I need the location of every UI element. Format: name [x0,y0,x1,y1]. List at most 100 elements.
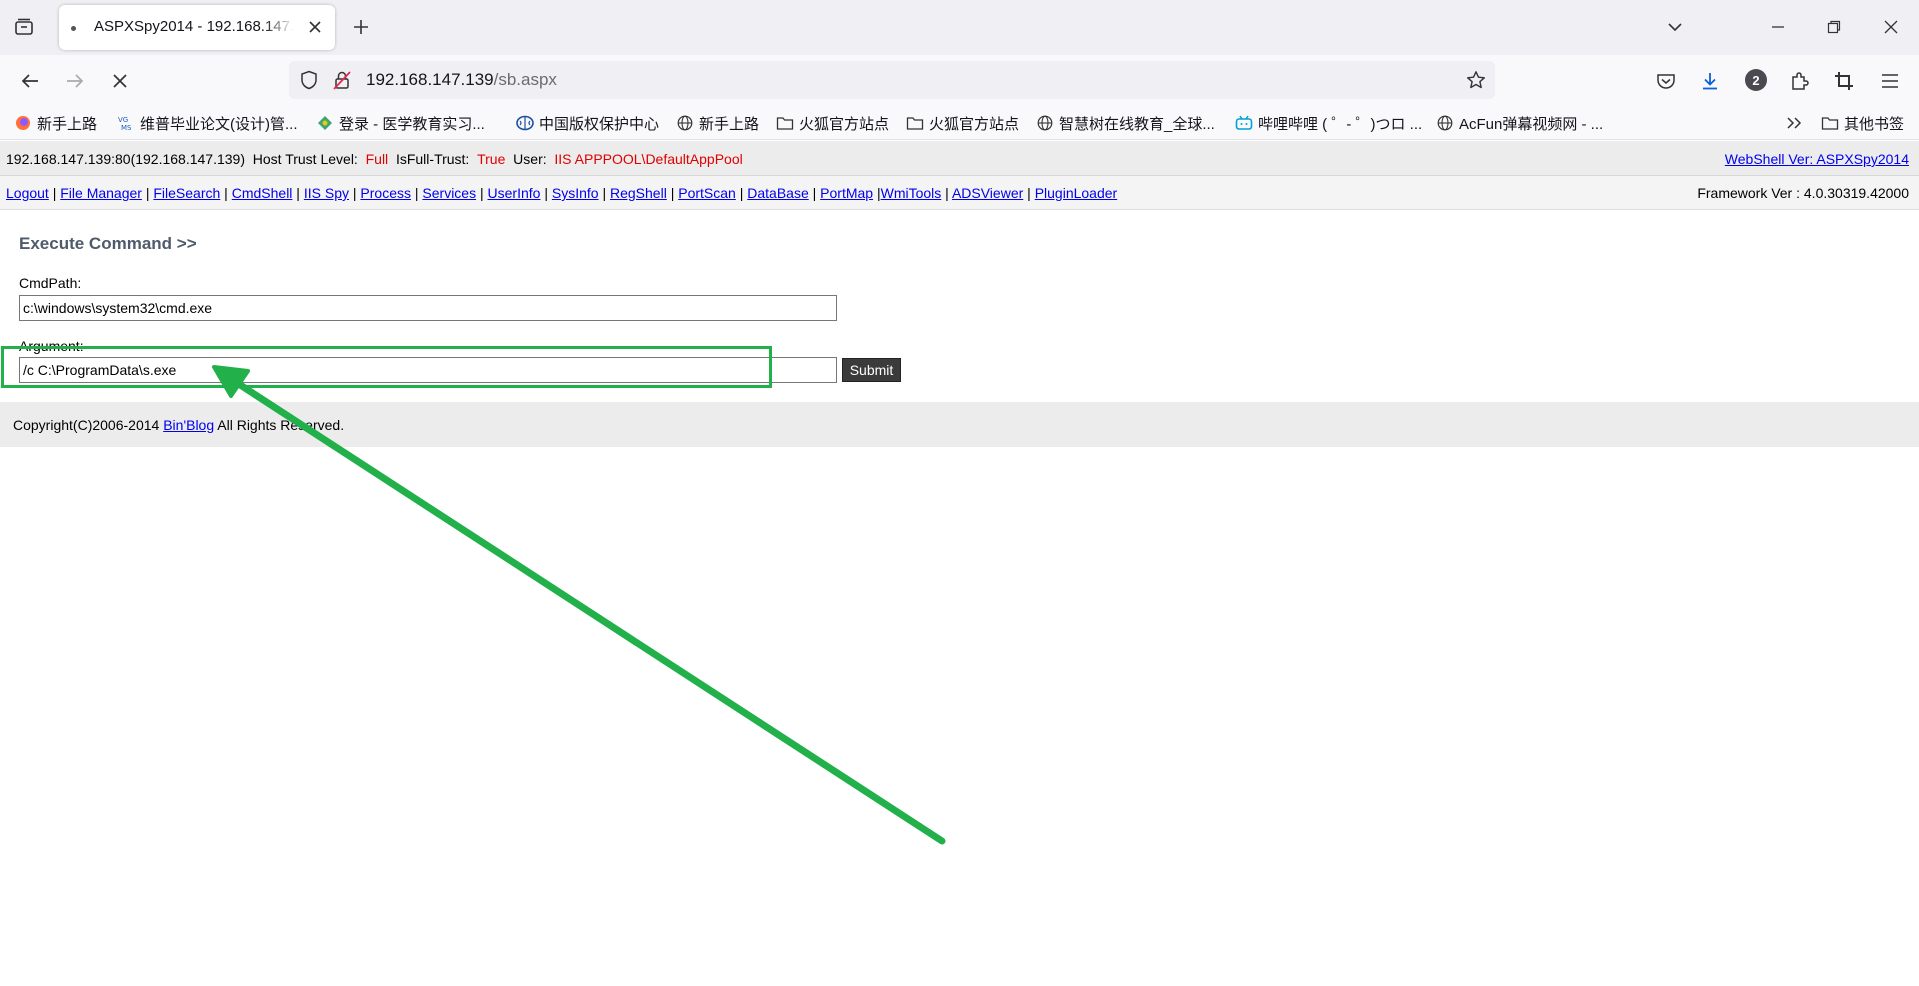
user-value: IIS APPPOOL\DefaultAppPool [554,151,743,167]
menu-icon[interactable] [1874,65,1906,97]
back-icon[interactable] [14,65,46,97]
restore-icon[interactable] [1816,10,1852,44]
bookmark-item[interactable]: AcFun弹幕视频网 - ... [1436,112,1603,134]
tab-list-icon[interactable] [6,12,42,42]
folder-icon [1821,114,1839,132]
bookmark-label: 新手上路 [699,115,760,133]
menu-logout[interactable]: Logout [6,185,49,201]
server-info-bar: 192.168.147.139:80(192.168.147.139) Host… [0,141,1919,176]
bookmarks-toolbar: 新手上路 VG MS 维普毕业论文(设计)管... 登录 - 医学教育实习... … [0,105,1919,140]
copyright-prefix: Copyright(C)2006-2014 [13,417,164,433]
bookmark-folder[interactable]: 火狐官方站点 [906,112,1019,134]
page-content: 192.168.147.139:80(192.168.147.139) Host… [0,141,1919,986]
bookmark-item[interactable]: 登录 - 医学教育实习... [316,112,485,134]
pocket-icon[interactable] [1650,65,1682,97]
bookmark-item[interactable]: VG MS 维普毕业论文(设计)管... [117,112,298,134]
downloads-icon[interactable] [1694,65,1726,97]
bookmark-label: 新手上路 [37,115,98,133]
blog-link[interactable]: Bin'Blog [163,417,214,433]
close-window-icon[interactable] [1873,10,1909,44]
vgms-icon: VG MS [117,114,135,132]
puzzle-icon [316,114,334,132]
tab-title: ASPXSpy2014 - 192.168.147.139/sb.aspx [94,18,294,35]
bookmark-item[interactable]: 中国版权保护中心 [516,112,659,134]
bookmark-item[interactable]: 哔哩哔哩 ( ゜- ゜)つロ ... [1235,112,1422,134]
annotation-arrow-icon [212,365,946,845]
active-tab[interactable]: ASPXSpy2014 - 192.168.147.139/sb.aspx [59,5,335,50]
menu-filesearch[interactable]: FileSearch [153,185,220,201]
account-badge[interactable]: 2 [1745,69,1767,91]
webshell-version-link[interactable]: WebShell Ver: ASPXSpy2014 [1725,151,1909,167]
url-bar[interactable]: 192.168.147.139/sb.aspx [289,61,1495,99]
menu-links: Logout | File Manager | FileSearch | Cmd… [6,185,1118,201]
cmdpath-label: CmdPath: [19,275,82,291]
menu-userinfo[interactable]: UserInfo [488,185,541,201]
firefox-icon [14,114,32,132]
bookmark-folder[interactable]: 火狐官方站点 [776,112,889,134]
close-tab-icon[interactable] [305,17,325,37]
menu-wmitools[interactable]: WmiTools [881,185,942,201]
url-path: /sb.aspx [493,70,557,89]
bookmark-label: 火狐官方站点 [799,115,890,133]
bookmark-star-icon[interactable] [1465,69,1487,91]
bookmark-label: AcFun弹幕视频网 - ... [1459,115,1604,133]
trust-value: Full [365,151,389,167]
bookmark-label: 火狐官方站点 [929,115,1020,133]
menu-cmdshell[interactable]: CmdShell [232,185,293,201]
loading-dot-icon [71,26,76,31]
bookmark-label: 中国版权保护中心 [539,115,660,133]
bookmark-label: 登录 - 医学教育实习... [339,115,485,133]
menu-iis-spy[interactable]: IIS Spy [304,185,349,201]
bookmark-label: 哔哩哔哩 ( ゜- ゜)つロ ... [1258,115,1423,133]
svg-text:VG: VG [118,116,128,124]
list-all-tabs-icon[interactable] [1657,10,1693,44]
bookmark-label: 智慧树在线教育_全球... [1059,115,1215,133]
menu-portscan[interactable]: PortScan [678,185,736,201]
url-text[interactable]: 192.168.147.139/sb.aspx [366,70,557,90]
bookmark-item[interactable]: 智慧树在线教育_全球... [1036,112,1215,134]
globe-icon [1436,114,1454,132]
menu-regshell[interactable]: RegShell [610,185,667,201]
trust-label: Host Trust Level: [252,151,358,167]
menu-file-manager[interactable]: File Manager [60,185,142,201]
menu-services[interactable]: Services [422,185,476,201]
bookmark-label: 其他书签 [1844,115,1905,133]
shield-icon[interactable] [298,69,320,91]
url-host: 192.168.147.139 [366,70,494,89]
menu-adsviewer[interactable]: ADSViewer [952,185,1023,201]
bookmark-label: 维普毕业论文(设计)管... [140,115,298,133]
menu-sysinfo[interactable]: SysInfo [552,185,599,201]
bookmark-item[interactable]: 新手上路 [676,112,759,134]
annotation-highlight-box [1,346,772,388]
more-bookmarks-icon[interactable] [1786,112,1804,134]
page-title: Execute Command >> [19,234,197,253]
submit-button[interactable]: Submit [842,358,901,382]
globe-icon [676,114,694,132]
host-address: 192.168.147.139:80(192.168.147.139) [6,151,245,167]
forward-icon[interactable] [59,65,91,97]
other-bookmarks-folder[interactable]: 其他书签 [1821,112,1904,134]
framework-version: Framework Ver : 4.0.30319.42000 [1697,185,1909,201]
bookmark-item[interactable]: 新手上路 [14,112,97,134]
stop-loading-icon[interactable] [104,65,136,97]
crop-icon[interactable] [1828,65,1860,97]
svg-text:MS: MS [121,124,132,131]
menu-portmap[interactable]: PortMap [820,185,873,201]
tab-bar: ASPXSpy2014 - 192.168.147.139/sb.aspx [0,0,1919,55]
insecure-lock-icon[interactable] [331,69,353,91]
new-tab-icon[interactable] [348,14,374,40]
menu-pluginloader[interactable]: PluginLoader [1035,185,1118,201]
minimize-icon[interactable] [1760,10,1796,44]
bilibili-icon [1235,114,1253,132]
fulltrust-label: IsFull-Trust: [395,151,470,167]
cmdpath-input[interactable]: c:\windows\system32\cmd.exe [19,295,837,321]
folder-icon [776,114,794,132]
folder-icon [906,114,924,132]
shell-menu: Logout | File Manager | FileSearch | Cmd… [0,176,1919,210]
copyright-suffix: All Rights Reserved. [214,417,345,433]
footer: Copyright(C)2006-2014 Bin'Blog All Right… [0,402,1919,447]
extensions-icon[interactable] [1783,65,1815,97]
menu-database[interactable]: DataBase [747,185,808,201]
menu-process[interactable]: Process [360,185,411,201]
user-label: User: [513,151,547,167]
